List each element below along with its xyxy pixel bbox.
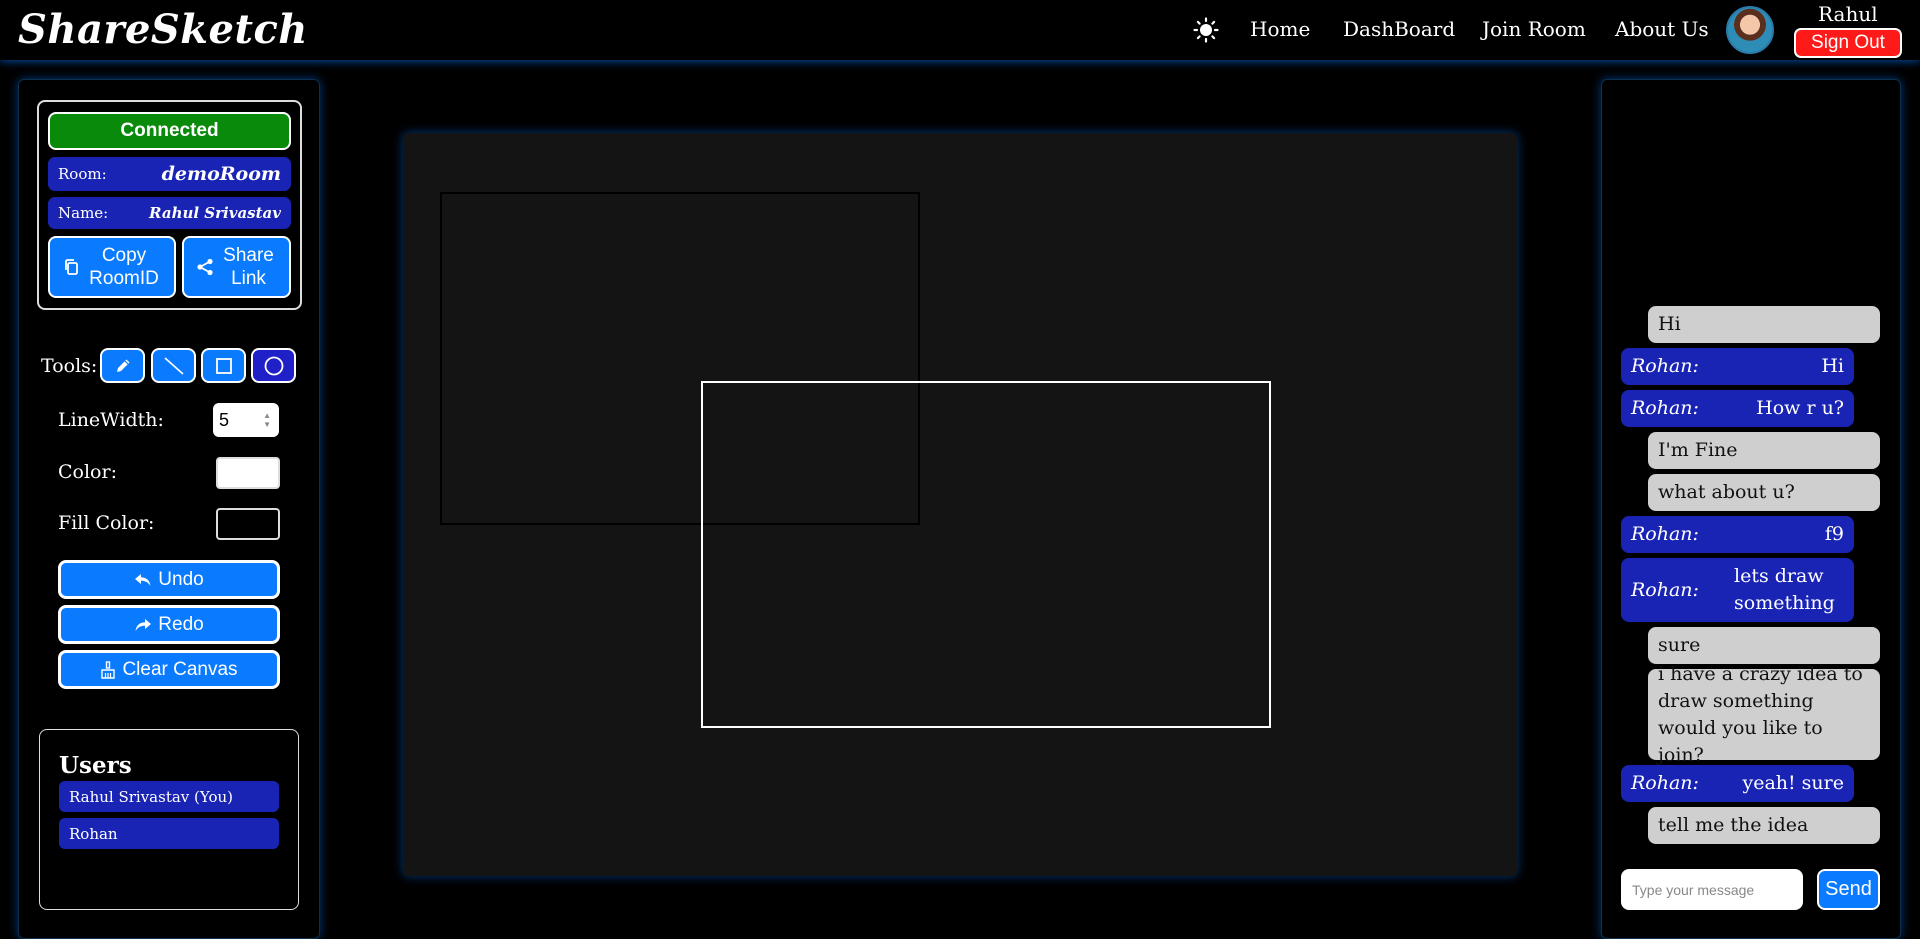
clear-canvas-label: Clear Canvas	[122, 658, 238, 680]
chat-message-own: I'm Fine	[1648, 432, 1880, 469]
broom-icon	[101, 660, 116, 679]
chat-message-received: Rohan: f9	[1621, 516, 1854, 553]
copy-roomid-label: Copy RoomID	[89, 245, 159, 289]
share-link-button[interactable]: Share Link	[182, 236, 291, 298]
top-navbar: ShareSketch Home DashBoard Join Room Abo…	[0, 0, 1920, 60]
chat-message-received: Rohan: Hi	[1621, 348, 1854, 385]
rectangle-tool-button[interactable]	[201, 348, 246, 383]
chat-message-own: i have a crazy idea to draw something wo…	[1648, 663, 1880, 766]
connection-status-badge: Connected	[48, 112, 291, 150]
room-row: Room: demoRoom	[48, 157, 291, 191]
name-label: Name:	[58, 204, 109, 222]
drawing-canvas[interactable]	[403, 133, 1517, 876]
share-icon	[197, 258, 213, 276]
rectangle-icon	[215, 357, 232, 374]
user-list-item: Rahul Srivastav (You)	[59, 781, 279, 812]
message-text: what about u?	[1658, 481, 1795, 503]
stepper-arrows-icon[interactable]: ▲ ▼	[263, 411, 271, 429]
chat-message-received: Rohan: yeah! sure	[1621, 765, 1854, 802]
stroke-color-picker[interactable]	[216, 457, 280, 489]
line-width-label: LineWidth:	[58, 409, 164, 431]
chat-message-received: Rohan: How r u?	[1621, 390, 1854, 427]
message-text: Hi	[1658, 313, 1681, 335]
message-sender: Rohan:	[1631, 772, 1699, 794]
line-width-value: 5	[219, 409, 230, 430]
line-tool-button[interactable]	[151, 348, 196, 383]
user-list-item: Rohan	[59, 818, 279, 849]
chat-message-own: Hi	[1648, 306, 1880, 343]
sign-out-button[interactable]: Sign Out	[1794, 28, 1902, 58]
message-text: How r u?	[1756, 397, 1844, 419]
chat-message-own: what about u?	[1648, 474, 1880, 511]
circle-icon	[264, 356, 283, 375]
message-sender: Rohan:	[1631, 523, 1699, 545]
message-text: i have a crazy idea to draw something wo…	[1658, 662, 1863, 766]
redo-button[interactable]: Redo	[58, 605, 280, 644]
nav-dashboard[interactable]: DashBoard	[1343, 17, 1455, 41]
message-text: Hi	[1821, 355, 1844, 377]
avatar[interactable]	[1726, 6, 1774, 54]
line-icon	[163, 356, 184, 375]
room-label: Room:	[58, 165, 107, 183]
name-row: Name: Rahul Srivastav	[48, 197, 291, 229]
message-sender: Rohan:	[1631, 355, 1699, 377]
app-logo[interactable]: ShareSketch	[18, 6, 308, 53]
nav-join-room[interactable]: Join Room	[1482, 17, 1586, 41]
nav-home[interactable]: Home	[1250, 17, 1310, 41]
chat-message-own: sure	[1648, 627, 1880, 664]
pencil-tool-button[interactable]	[100, 348, 145, 383]
clear-canvas-button[interactable]: Clear Canvas	[58, 650, 280, 689]
chat-message-own: tell me the idea	[1648, 807, 1880, 844]
copy-roomid-button[interactable]: Copy RoomID	[48, 236, 176, 298]
message-text: tell me the idea	[1658, 814, 1809, 836]
sun-icon[interactable]	[1193, 17, 1219, 43]
message-text: sure	[1658, 634, 1701, 656]
undo-icon	[135, 573, 151, 586]
fill-color-picker[interactable]	[216, 508, 280, 540]
message-text: f9	[1824, 523, 1844, 545]
message-text: yeah! sure	[1742, 772, 1844, 794]
pencil-icon	[116, 359, 129, 372]
drawn-rectangle	[701, 381, 1271, 728]
send-button[interactable]: Send	[1817, 869, 1880, 910]
users-title: Users	[59, 752, 132, 779]
message-text: lets draw something	[1734, 565, 1835, 614]
message-sender: Rohan:	[1631, 397, 1699, 419]
user-name: Rahul	[1818, 2, 1878, 26]
redo-label: Redo	[158, 613, 204, 635]
redo-icon	[135, 618, 152, 631]
nav-about-us[interactable]: About Us	[1615, 17, 1709, 41]
undo-label: Undo	[158, 568, 204, 590]
fill-color-label: Fill Color:	[58, 512, 155, 534]
chat-message-input[interactable]: Type your message	[1621, 869, 1803, 910]
name-value: Rahul Srivastav	[149, 204, 281, 222]
share-link-label: Share Link	[223, 245, 274, 289]
message-text: I'm Fine	[1658, 439, 1738, 461]
copy-icon	[65, 259, 78, 275]
tools-label: Tools:	[41, 355, 98, 377]
message-sender: Rohan:	[1631, 578, 1699, 601]
undo-button[interactable]: Undo	[58, 560, 280, 599]
chat-message-received: Rohan: lets draw something	[1621, 558, 1854, 622]
room-value: demoRoom	[161, 163, 281, 185]
line-width-input[interactable]: 5 ▲ ▼	[213, 403, 279, 437]
color-label: Color:	[58, 461, 117, 483]
circle-tool-button[interactable]	[251, 348, 296, 383]
